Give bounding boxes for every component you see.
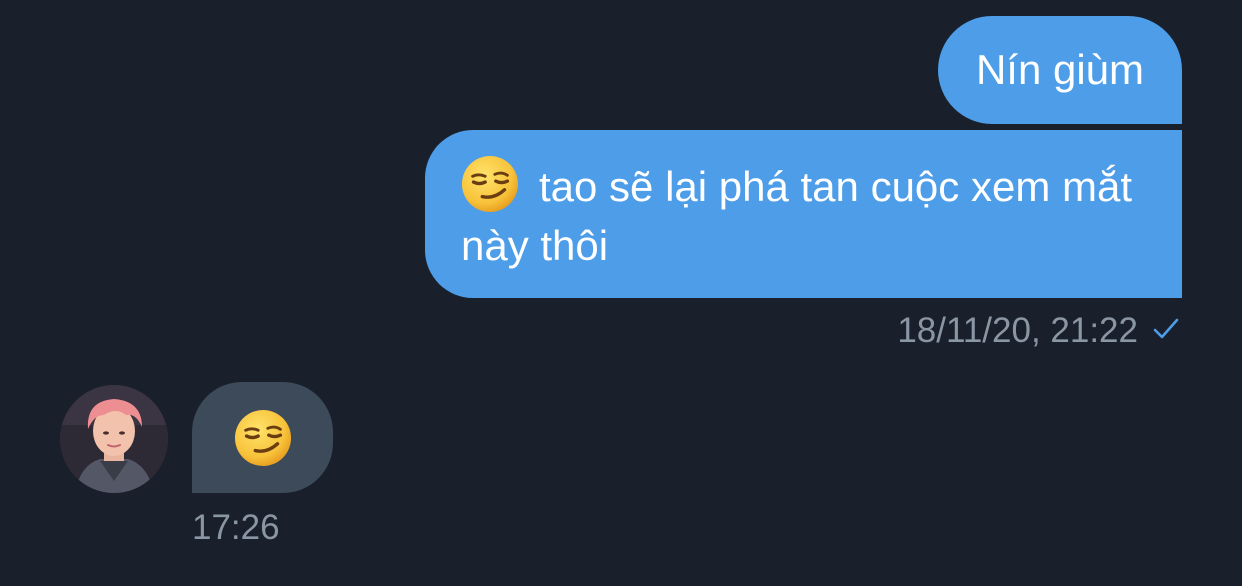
checkmark-icon (1152, 311, 1180, 351)
message-bubble-outgoing[interactable]: Nín giùm (937, 16, 1182, 124)
smirking-face-icon (234, 409, 292, 467)
smirking-face-icon (461, 155, 519, 213)
avatar[interactable] (60, 385, 168, 493)
message-text: Nín giùm (975, 46, 1144, 93)
message-text: tao sẽ lại phá tan cuộc xem mắt này thôi (461, 163, 1132, 269)
chat-thread: Nín giùm tao sẽ lại phá tan cuộc xem mắt… (0, 0, 1242, 586)
message-timestamp: 17:26 (192, 508, 280, 547)
message-bubble-incoming[interactable] (192, 382, 333, 493)
message-timestamp: 18/11/20, 21:22 (897, 311, 1138, 350)
message-meta: 18/11/20, 21:22 (897, 311, 1180, 351)
avatar-image (60, 385, 168, 493)
message-bubble-outgoing[interactable]: tao sẽ lại phá tan cuộc xem mắt này thôi (425, 130, 1182, 298)
